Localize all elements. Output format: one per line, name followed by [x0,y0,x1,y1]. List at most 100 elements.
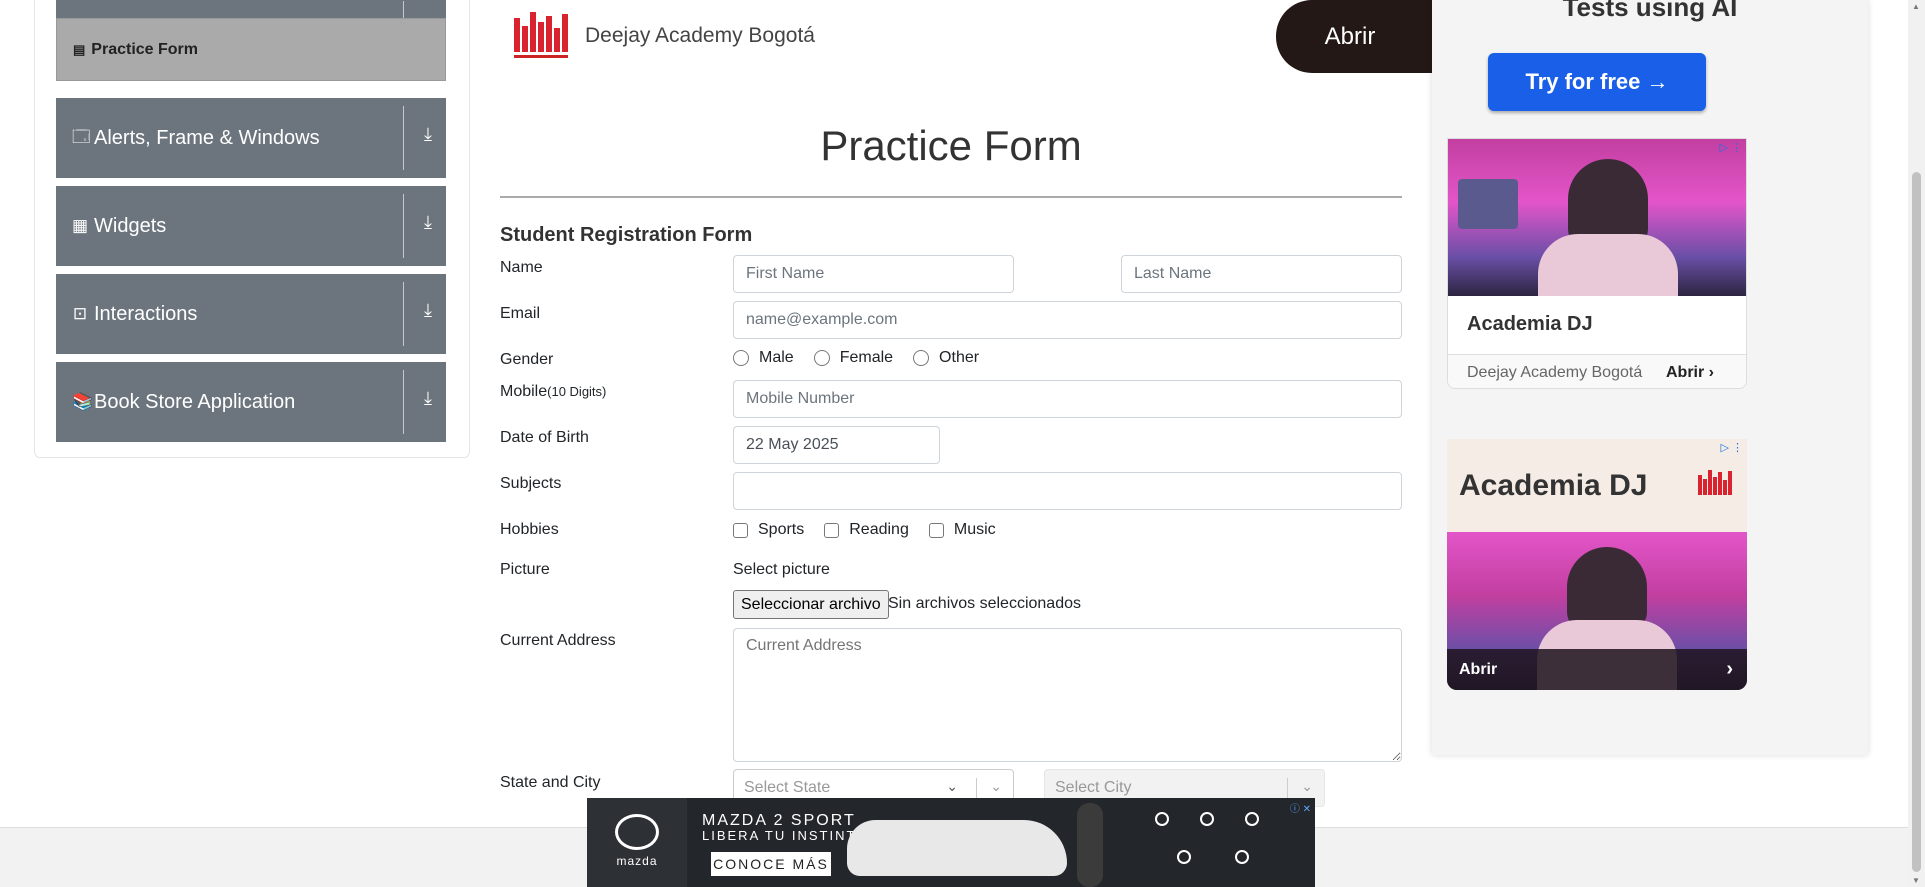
divider [403,370,404,434]
ad-open-button[interactable]: Abrir [1276,0,1436,73]
ad-photo-body [1538,234,1678,296]
sidebar-group-label: Alerts, Frame & Windows [94,126,320,149]
current-address-textarea[interactable] [733,628,1402,762]
gender-option-label: Female [839,349,894,366]
ad-brand: Deejay Academy Bogotá [1467,363,1643,381]
date-of-birth-input[interactable]: 22 May 2025 [733,426,940,464]
car-image [847,820,1067,876]
sidebar-group-interactions[interactable]: ⊡ Interactions ⤓ [56,274,446,354]
choose-file-button[interactable]: Seleccionar archivo [733,590,889,619]
feature-icon [1200,812,1214,826]
hobby-reading-checkbox[interactable]: Reading [824,521,909,539]
gender-options: Male Female Other [733,349,999,367]
email-input[interactable]: name@example.com [733,301,1402,339]
adchoices-icon[interactable]: ⓘ ✕ [1290,800,1311,815]
ad-photo[interactable] [1448,139,1746,296]
ad-brand-name[interactable]: Deejay Academy Bogotá [585,24,815,48]
hobby-option-label: Reading [849,521,909,538]
last-name-input[interactable]: Last Name [1121,255,1402,293]
file-status: Sin archivos seleccionados [888,595,1081,612]
gender-female-radio[interactable]: Female [813,349,894,367]
download-icon[interactable]: ⤓ [418,300,438,324]
page-title: Practice Form [820,122,1082,169]
chevron-down-icon[interactable]: ⌄ [990,778,1002,795]
checkbox-box[interactable] [928,522,944,538]
person-image [1077,803,1103,887]
adchoices-icon[interactable]: ▷ ⋮ [1720,441,1743,454]
feature-icon [1177,850,1191,864]
download-icon[interactable]: ⤓ [418,388,438,412]
mobile-input[interactable]: Mobile Number [733,380,1402,418]
ad-footer[interactable]: Deejay Academy Bogotá Abrir › [1448,354,1746,388]
ad-photo-monitor [1458,179,1518,229]
try-for-free-button[interactable]: Try for free → [1488,53,1706,111]
radio-circle[interactable] [813,350,830,366]
download-icon[interactable]: ⤓ [418,124,438,148]
hobbies-label: Hobbies [500,521,559,538]
divider [976,778,977,800]
state-city-label: State and City [500,774,601,791]
scroll-up-icon[interactable]: ▲ [1912,2,1920,11]
gender-option-label: Other [939,349,980,366]
mobile-hint: (10 Digits) [547,384,607,399]
sidebar-group-label: Book Store Application [94,390,296,413]
first-name-input[interactable]: First Name [733,255,1014,293]
vertical-scrollbar[interactable]: ▲ ▼ [1908,0,1925,887]
hobby-sports-checkbox[interactable]: Sports [733,521,804,539]
chevron-right-icon: › [1726,658,1733,680]
gender-male-radio[interactable]: Male [733,349,794,367]
ad-card-academia-dj[interactable]: ▷ ⋮ Academia DJ Deejay Academy Bogotá Ab… [1447,138,1747,389]
ad-open-link[interactable]: Abrir › [1666,364,1714,382]
radio-circle[interactable] [913,350,930,366]
email-label: Email [500,305,541,322]
mazda-emblem-icon [615,814,659,850]
download-icon[interactable]: ⤓ [418,212,438,236]
divider [403,1,404,18]
subjects-label: Subjects [500,475,562,492]
state-placeholder: Select State [744,779,831,796]
ad-cta-button[interactable]: CONOCE MÁS [711,852,831,876]
scroll-down-icon[interactable]: ▼ [1912,876,1920,885]
title-divider [500,196,1402,198]
ad-title[interactable]: Academia DJ [1467,313,1593,336]
sidebar-item-label: Practice Form [91,40,199,58]
hobby-option-label: Music [953,521,996,538]
sidebar-item-practice-form[interactable]: ▤ Practice Form [56,18,446,81]
subjects-input[interactable] [733,472,1402,510]
ad-heading: Tests using AI [1562,0,1738,22]
adchoices-icon[interactable]: ▷ ⋮ [1719,141,1742,154]
sidebar-group-bookstore[interactable]: 📚 Book Store Application ⤓ [56,362,446,442]
feature-icons [1135,806,1305,884]
feature-icon [1235,850,1249,864]
ad-open-bar[interactable]: Abrir › [1447,649,1747,690]
divider [403,282,404,346]
gender-option-label: Male [759,349,794,366]
gender-label: Gender [500,351,554,368]
checkbox-box[interactable] [733,522,748,538]
hobbies-options: Sports Reading Music [733,521,1016,539]
sidebar-group-alerts[interactable]: 🗔 Alerts, Frame & Windows ⤓ [56,98,446,178]
widgets-icon: ▦ [72,216,89,235]
mazda-logo: mazda [587,798,687,887]
name-label: Name [500,259,543,276]
sidebar-group-widgets[interactable]: ▦ Widgets ⤓ [56,186,446,266]
mazda-ad-banner[interactable]: mazda MAZDA 2 SPORT LIBERA TU INSTINTO C… [587,798,1315,887]
form-subtitle: Student Registration Form [500,224,753,246]
chevron-down-icon: ⌄ [946,778,958,794]
mobile-label-text: Mobile [500,383,548,400]
ad-open-label: Abrir [1666,363,1705,381]
radio-circle[interactable] [733,350,749,366]
ad-title[interactable]: Academia DJ [1459,469,1647,503]
chevron-down-icon[interactable]: ⌄ [1301,778,1313,795]
scrollbar-thumb[interactable] [1912,172,1921,872]
checkbox-box[interactable] [824,522,840,538]
sidebar-group-label: Interactions [94,302,198,325]
page: ▤ Practice Form 🗔 Alerts, Frame & Window… [0,0,1925,887]
feature-icon [1155,812,1169,826]
deejay-academy-logo[interactable] [1697,467,1733,501]
hobby-music-checkbox[interactable]: Music [928,521,996,539]
sidebar-group-forms[interactable] [56,0,446,18]
mazda-wordmark: mazda [616,854,658,868]
deejay-academy-logo[interactable] [512,8,572,64]
gender-other-radio[interactable]: Other [913,349,979,367]
